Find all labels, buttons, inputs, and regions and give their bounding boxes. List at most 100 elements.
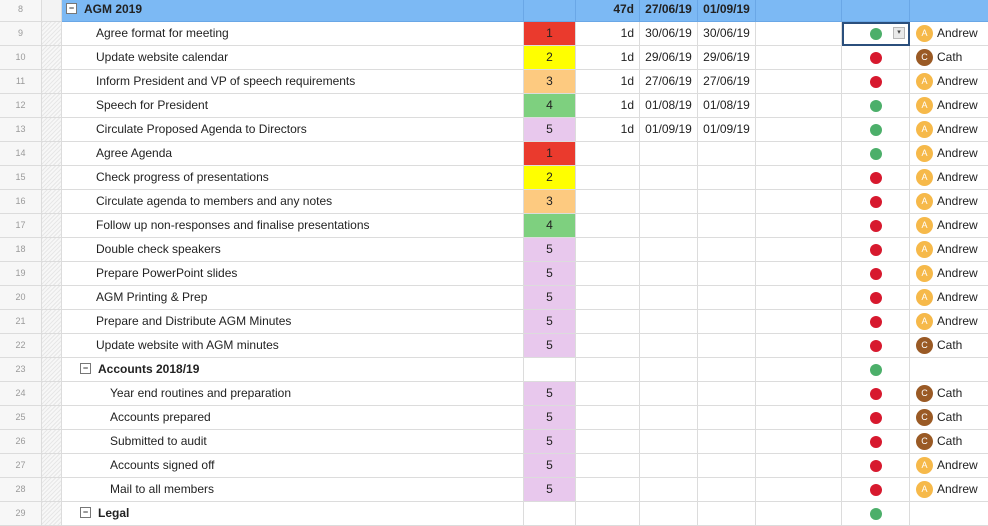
row-gutter[interactable] — [42, 286, 62, 310]
priority-cell[interactable]: 2 — [524, 166, 576, 190]
end-date-cell[interactable] — [698, 358, 756, 382]
task-name-cell[interactable]: Mail to all members — [62, 478, 524, 502]
duration-cell[interactable] — [576, 142, 640, 166]
assigned-to-cell[interactable]: A Andrew — [910, 190, 988, 214]
status-cell[interactable] — [842, 454, 910, 478]
empty-cell[interactable] — [756, 118, 842, 142]
priority-cell[interactable]: 5 — [524, 334, 576, 358]
table-row[interactable]: 28 Mail to all members 5 A Andrew — [0, 478, 988, 502]
status-cell[interactable] — [842, 238, 910, 262]
row-number[interactable]: 22 — [0, 334, 42, 358]
collapse-toggle-icon[interactable]: − — [80, 363, 91, 375]
task-name-cell[interactable]: Submitted to audit — [62, 430, 524, 454]
end-date-cell[interactable] — [698, 478, 756, 502]
collapse-toggle-icon[interactable]: − — [80, 507, 91, 519]
empty-cell[interactable] — [756, 430, 842, 454]
duration-cell[interactable] — [576, 358, 640, 382]
start-date-cell[interactable] — [640, 142, 698, 166]
status-cell[interactable] — [842, 502, 910, 526]
task-name-cell[interactable]: Year end routines and preparation — [62, 382, 524, 406]
table-row[interactable]: 27 Accounts signed off 5 A Andrew — [0, 454, 988, 478]
table-row[interactable]: 16 Circulate agenda to members and any no… — [0, 190, 988, 214]
row-number[interactable]: 28 — [0, 478, 42, 502]
end-date-cell[interactable] — [698, 430, 756, 454]
end-date-cell[interactable]: 01/09/19 — [698, 118, 756, 142]
start-date-cell[interactable] — [640, 262, 698, 286]
status-cell[interactable] — [842, 310, 910, 334]
start-date-cell[interactable] — [640, 454, 698, 478]
assigned-to-cell[interactable]: A Andrew — [910, 142, 988, 166]
empty-cell[interactable] — [756, 310, 842, 334]
start-date-cell[interactable]: 30/06/19 — [640, 22, 698, 46]
row-number[interactable]: 21 — [0, 310, 42, 334]
status-cell[interactable] — [842, 94, 910, 118]
empty-cell[interactable] — [756, 22, 842, 46]
duration-cell[interactable]: 47d — [576, 0, 640, 22]
end-date-cell[interactable] — [698, 238, 756, 262]
status-cell[interactable] — [842, 214, 910, 238]
empty-cell[interactable] — [756, 286, 842, 310]
priority-cell[interactable]: 1 — [524, 22, 576, 46]
row-gutter[interactable] — [42, 166, 62, 190]
status-cell[interactable] — [842, 334, 910, 358]
end-date-cell[interactable] — [698, 406, 756, 430]
duration-cell[interactable]: 1d — [576, 94, 640, 118]
assigned-to-cell[interactable]: A Andrew — [910, 262, 988, 286]
section-header-row[interactable]: 8 − AGM 2019 47d 27/06/19 01/09/19 — [0, 0, 988, 22]
task-name-cell[interactable]: Agree Agenda — [62, 142, 524, 166]
empty-cell[interactable] — [756, 382, 842, 406]
start-date-cell[interactable] — [640, 286, 698, 310]
priority-cell[interactable] — [524, 0, 576, 22]
start-date-cell[interactable]: 01/09/19 — [640, 118, 698, 142]
row-gutter[interactable] — [42, 190, 62, 214]
priority-cell[interactable]: 5 — [524, 310, 576, 334]
end-date-cell[interactable] — [698, 190, 756, 214]
task-name-cell[interactable]: AGM Printing & Prep — [62, 286, 524, 310]
row-gutter[interactable] — [42, 358, 62, 382]
duration-cell[interactable]: 1d — [576, 70, 640, 94]
end-date-cell[interactable]: 29/06/19 — [698, 46, 756, 70]
status-cell[interactable] — [842, 262, 910, 286]
empty-cell[interactable] — [756, 334, 842, 358]
duration-cell[interactable] — [576, 190, 640, 214]
duration-cell[interactable] — [576, 310, 640, 334]
priority-cell[interactable]: 5 — [524, 454, 576, 478]
priority-cell[interactable]: 4 — [524, 94, 576, 118]
table-row[interactable]: 21 Prepare and Distribute AGM Minutes 5 A An… — [0, 310, 988, 334]
duration-cell[interactable]: 1d — [576, 118, 640, 142]
task-name-cell[interactable]: Update website with AGM minutes — [62, 334, 524, 358]
priority-cell[interactable]: 4 — [524, 214, 576, 238]
assigned-to-cell[interactable]: A Andrew — [910, 310, 988, 334]
duration-cell[interactable]: 1d — [576, 22, 640, 46]
row-number[interactable]: 19 — [0, 262, 42, 286]
assigned-to-cell[interactable]: A Andrew — [910, 238, 988, 262]
row-number[interactable]: 11 — [0, 70, 42, 94]
end-date-cell[interactable] — [698, 286, 756, 310]
start-date-cell[interactable] — [640, 190, 698, 214]
status-cell[interactable] — [842, 478, 910, 502]
row-gutter[interactable] — [42, 22, 62, 46]
empty-cell[interactable] — [756, 166, 842, 190]
start-date-cell[interactable] — [640, 502, 698, 526]
table-row[interactable]: 14 Agree Agenda 1 A Andrew — [0, 142, 988, 166]
task-name-cell[interactable]: Double check speakers — [62, 238, 524, 262]
start-date-cell[interactable]: 29/06/19 — [640, 46, 698, 70]
priority-cell[interactable]: 5 — [524, 430, 576, 454]
empty-cell[interactable] — [756, 454, 842, 478]
empty-cell[interactable] — [756, 94, 842, 118]
task-name-cell[interactable]: Update website calendar — [62, 46, 524, 70]
status-cell[interactable] — [842, 430, 910, 454]
duration-cell[interactable] — [576, 166, 640, 190]
end-date-cell[interactable] — [698, 262, 756, 286]
task-name-cell[interactable]: Check progress of presentations — [62, 166, 524, 190]
empty-cell[interactable] — [756, 262, 842, 286]
task-name-cell[interactable]: Prepare PowerPoint slides — [62, 262, 524, 286]
status-cell[interactable] — [842, 382, 910, 406]
task-name-cell[interactable]: Agree format for meeting — [62, 22, 524, 46]
row-number[interactable]: 23 — [0, 358, 42, 382]
status-cell[interactable] — [842, 46, 910, 70]
table-row[interactable]: 15 Check progress of presentations 2 A Andre… — [0, 166, 988, 190]
assigned-to-cell[interactable] — [910, 358, 988, 382]
row-number[interactable]: 27 — [0, 454, 42, 478]
assigned-to-cell[interactable]: A Andrew — [910, 454, 988, 478]
